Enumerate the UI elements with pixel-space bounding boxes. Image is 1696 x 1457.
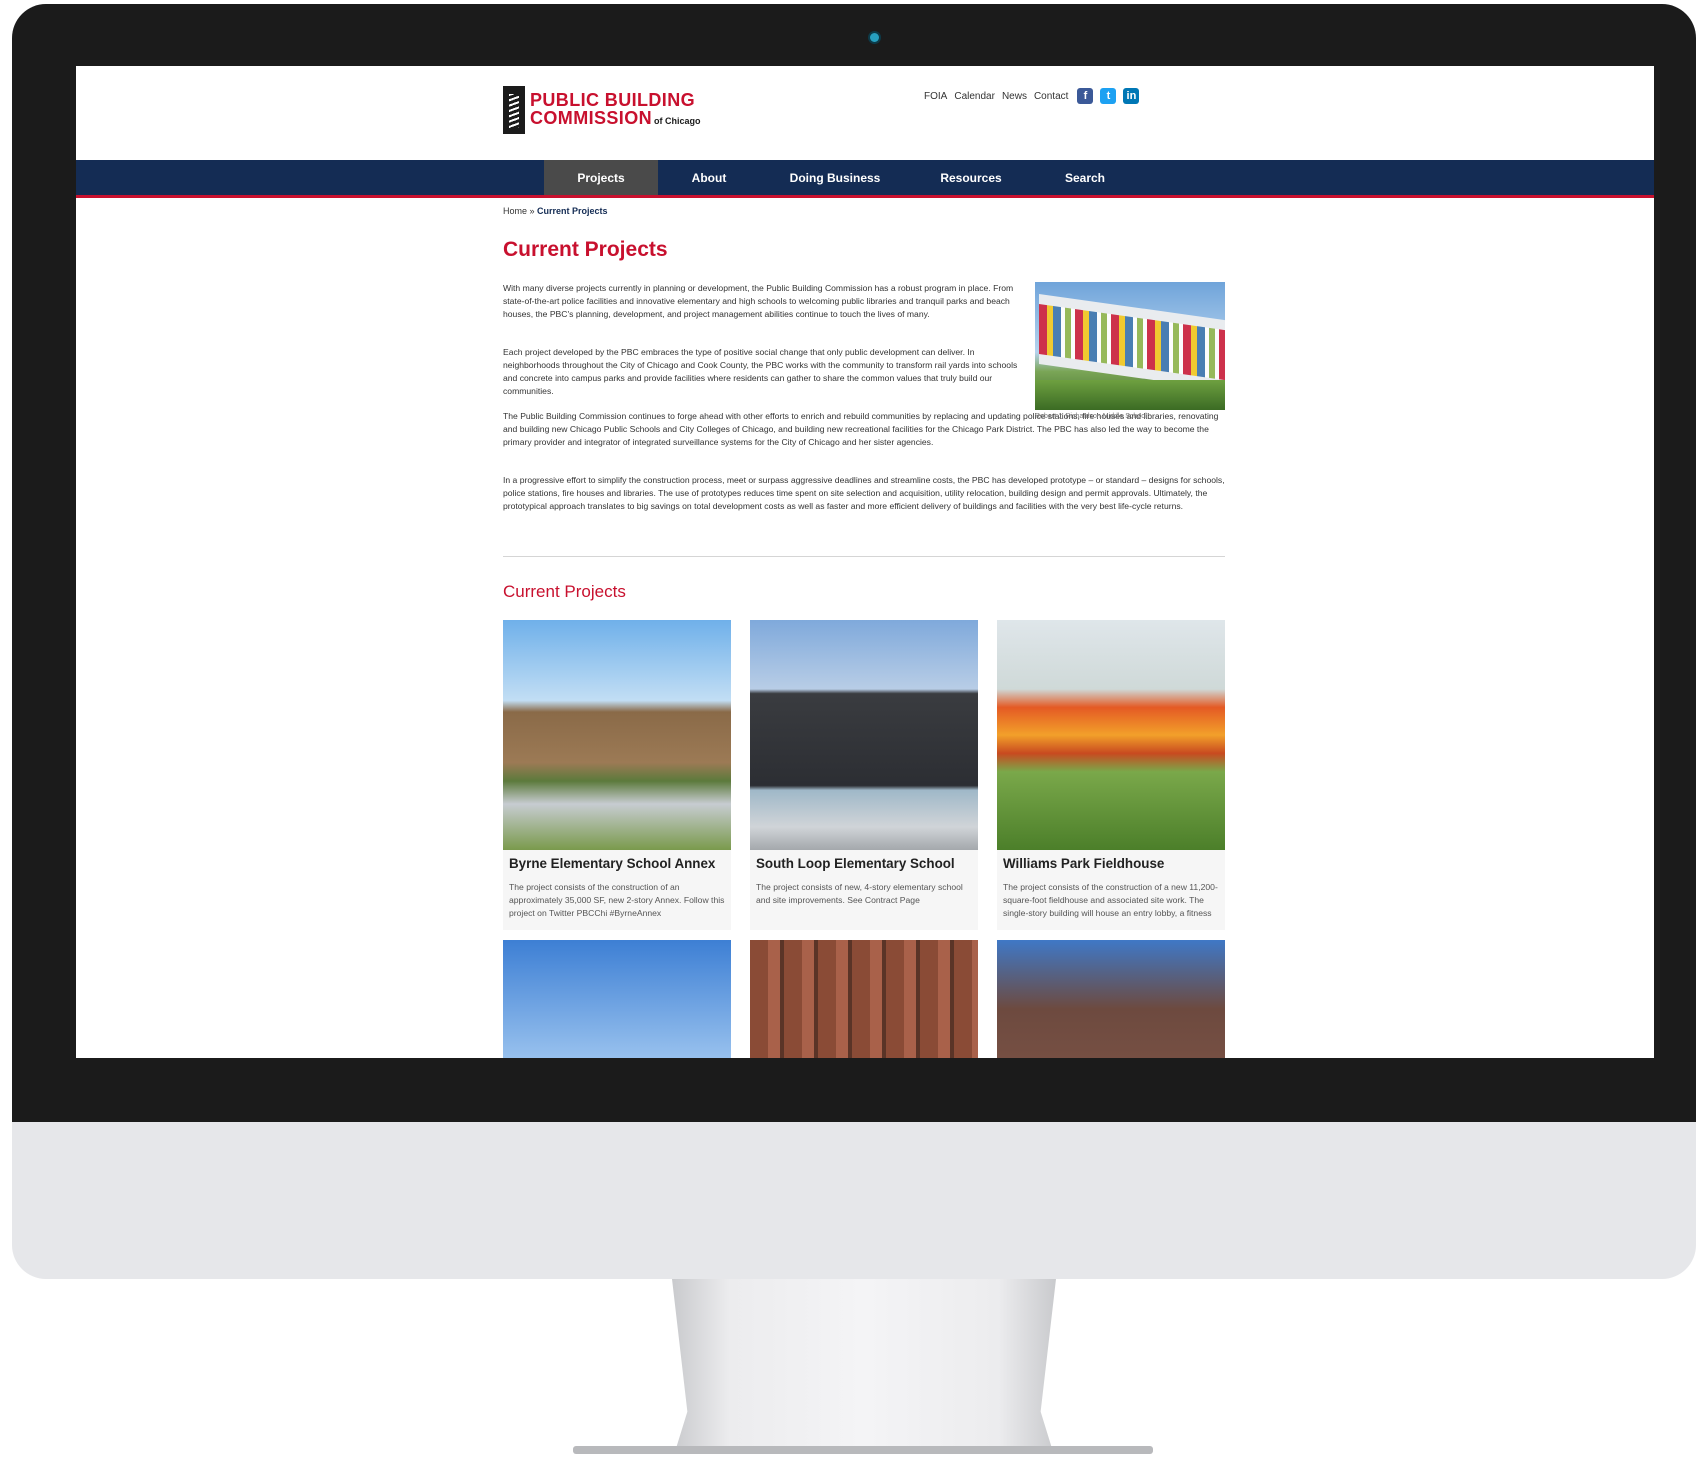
hero-image-richardson-school xyxy=(1035,282,1225,410)
logo-mark-icon xyxy=(503,86,525,134)
project-card-south-loop[interactable]: South Loop Elementary School The project… xyxy=(750,620,978,930)
monitor-stand-base xyxy=(573,1446,1153,1454)
project-title[interactable]: South Loop Elementary School xyxy=(756,856,955,871)
project-desc: The project consists of new, 4-story ele… xyxy=(756,882,963,905)
camera-dot xyxy=(870,33,879,42)
main-nav: Projects About Doing Business Resources … xyxy=(76,160,1654,198)
monitor-chin xyxy=(12,1122,1696,1279)
project-card-row2-2[interactable] xyxy=(750,940,978,1058)
pbc-logo[interactable]: PUBLIC BUILDING COMMISSION of Chicago xyxy=(503,86,703,136)
top-links: FOIA Calendar News Contact f t in xyxy=(924,88,1140,104)
project-desc: The project consists of the construction… xyxy=(509,882,725,918)
breadcrumb-home[interactable]: Home xyxy=(503,206,527,216)
breadcrumb: Home » Current Projects xyxy=(503,206,608,216)
breadcrumb-current: Current Projects xyxy=(537,206,608,216)
nav-about[interactable]: About xyxy=(658,160,760,195)
link-calendar[interactable]: Calendar xyxy=(954,91,995,102)
project-title[interactable]: Williams Park Fieldhouse xyxy=(1003,856,1164,871)
project-card-row2-1[interactable] xyxy=(503,940,731,1058)
section-title: Current Projects xyxy=(503,582,626,601)
nav-doing-business[interactable]: Doing Business xyxy=(760,160,910,195)
section-divider xyxy=(503,556,1225,557)
project-card-williams-park[interactable]: Williams Park Fieldhouse The project con… xyxy=(997,620,1225,930)
page-title: Current Projects xyxy=(503,238,668,261)
hero-caption: Robert J. Richardson Middle School xyxy=(1035,413,1147,420)
project-image[interactable] xyxy=(750,620,978,850)
link-contact[interactable]: Contact xyxy=(1034,91,1068,102)
nav-search[interactable]: Search xyxy=(1032,160,1138,195)
linkedin-icon[interactable]: in xyxy=(1123,88,1140,104)
twitter-icon[interactable]: t xyxy=(1100,88,1117,104)
project-desc: The project consists of the construction… xyxy=(1003,882,1218,918)
monitor-stand xyxy=(672,1279,1056,1449)
intro-paragraph-4: In a progressive effort to simplify the … xyxy=(503,475,1225,511)
nav-resources[interactable]: Resources xyxy=(910,160,1032,195)
project-image[interactable] xyxy=(503,940,731,1058)
project-image[interactable] xyxy=(503,620,731,850)
intro-paragraph-2: Each project developed by the PBC embrac… xyxy=(503,347,1018,396)
project-image[interactable] xyxy=(997,620,1225,850)
intro-paragraph-1: With many diverse projects currently in … xyxy=(503,283,1014,319)
project-image[interactable] xyxy=(750,940,978,1058)
link-news[interactable]: News xyxy=(1002,91,1027,102)
browser-screen: PUBLIC BUILDING COMMISSION of Chicago FOI… xyxy=(76,66,1654,1058)
link-foia[interactable]: FOIA xyxy=(924,91,947,102)
logo-line2: COMMISSION of Chicago xyxy=(530,108,701,128)
project-image[interactable] xyxy=(997,940,1225,1058)
project-title[interactable]: Byrne Elementary School Annex xyxy=(509,856,715,871)
logo-sub: of Chicago xyxy=(654,116,701,126)
nav-projects[interactable]: Projects xyxy=(544,160,658,195)
facebook-icon[interactable]: f xyxy=(1077,88,1094,104)
project-card-row2-3[interactable] xyxy=(997,940,1225,1058)
project-card-byrne[interactable]: Byrne Elementary School Annex The projec… xyxy=(503,620,731,930)
